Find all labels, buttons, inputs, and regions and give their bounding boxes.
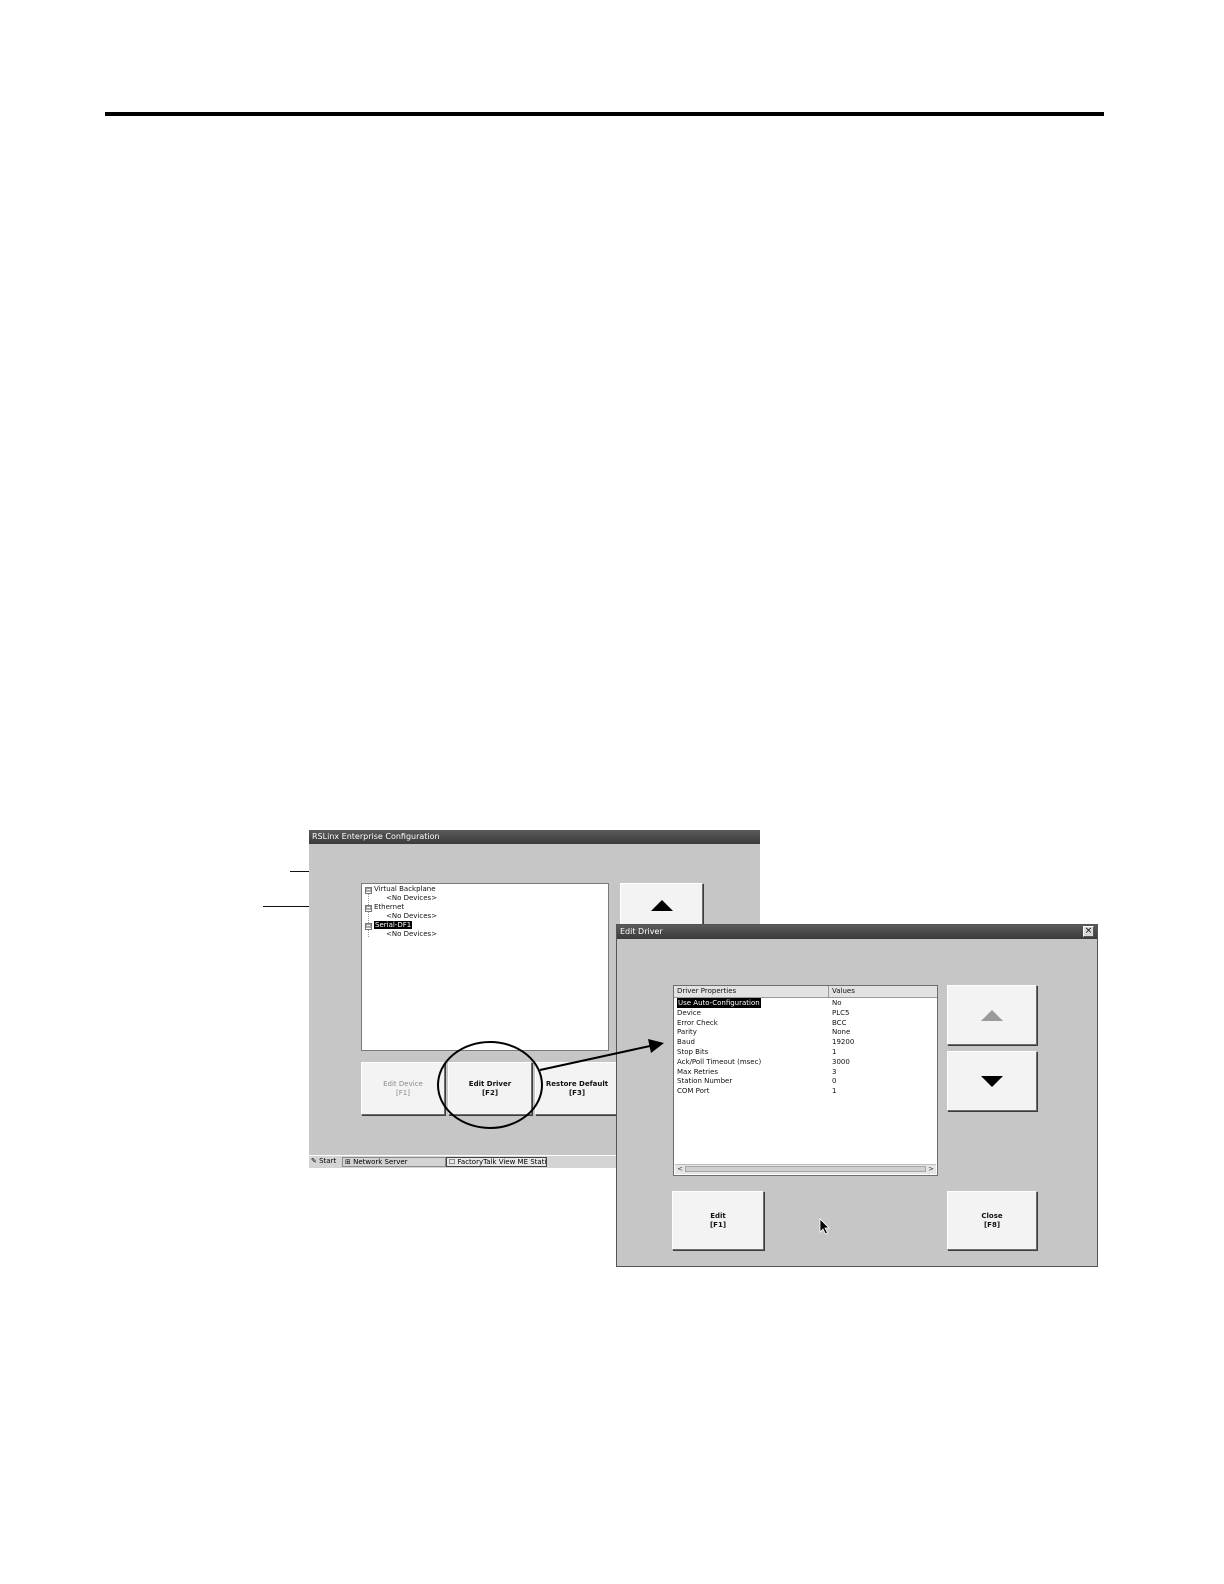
column-header-properties[interactable]: Driver Properties: [677, 987, 736, 996]
property-value: None: [832, 1028, 851, 1037]
edit-driver-button[interactable]: Edit Driver [F2]: [448, 1062, 532, 1115]
tree-item-ethernet[interactable]: Ethernet: [374, 903, 404, 912]
property-name: Baud: [677, 1038, 695, 1047]
table-row[interactable]: Max Retries 3: [674, 1067, 937, 1077]
table-row[interactable]: Baud 19200: [674, 1037, 937, 1047]
property-name: Device: [677, 1008, 701, 1017]
network-icon: ⊞: [345, 1158, 351, 1166]
scrollbar-thumb[interactable]: [685, 1166, 926, 1172]
edit-driver-window: Edit Driver × Driver Properties Values U…: [616, 924, 1098, 1267]
edit-device-button[interactable]: Edit Device [F1]: [361, 1062, 445, 1115]
property-value: 1: [832, 1048, 837, 1056]
tree-child-no-devices[interactable]: <No Devices>: [386, 930, 437, 939]
edit-driver-titlebar: Edit Driver: [617, 925, 1097, 939]
property-value: No: [832, 999, 842, 1007]
driver-properties-table[interactable]: Driver Properties Values Use Auto-Config…: [673, 985, 938, 1176]
property-name: Parity: [677, 1028, 697, 1037]
property-name: COM Port: [677, 1087, 710, 1096]
property-value: 3000: [832, 1057, 850, 1066]
property-value: 3: [832, 1067, 837, 1076]
tree-child-no-devices[interactable]: <No Devices>: [386, 894, 437, 903]
property-name: Max Retries: [677, 1067, 719, 1076]
property-name: Station Number: [677, 1077, 733, 1086]
up-arrow-icon: [650, 899, 673, 911]
property-name: Ack/Poll Timeout (msec): [677, 1057, 762, 1066]
start-button[interactable]: ✎ Start: [309, 1157, 341, 1167]
scroll-down-button[interactable]: [947, 1051, 1037, 1111]
property-value: BCC: [832, 1018, 847, 1027]
property-value: 0: [832, 1077, 837, 1086]
table-row[interactable]: Stop Bits 1: [674, 1047, 937, 1057]
tree-child-no-devices[interactable]: <No Devices>: [386, 912, 437, 921]
scroll-up-button[interactable]: [620, 883, 703, 927]
annotation-overlay: [437, 1039, 664, 1129]
close-icon[interactable]: ×: [1083, 926, 1094, 937]
table-row[interactable]: COM Port 1: [674, 1086, 937, 1096]
property-value: PLC5: [832, 1008, 850, 1017]
page-top-rule: [105, 112, 1104, 116]
property-name: Stop Bits: [677, 1048, 709, 1056]
property-name: Use Auto-Configuration: [677, 998, 761, 1008]
table-row[interactable]: Station Number 0: [674, 1076, 937, 1086]
device-tree[interactable]: ⊟ Virtual Backplane <No Devices> ⊟ Ether…: [361, 883, 609, 1051]
up-arrow-icon: [981, 1009, 1003, 1021]
restore-default-button[interactable]: Restore Default [F3]: [535, 1062, 619, 1115]
tree-item-serial-df1[interactable]: Serial-DF1: [374, 921, 413, 930]
table-row[interactable]: Use Auto-Configuration No: [674, 998, 937, 1008]
taskbar-network-server[interactable]: ⊞ Network Server: [342, 1157, 446, 1167]
table-row[interactable]: Error Check BCC: [674, 1018, 937, 1028]
table-row[interactable]: Ack/Poll Timeout (msec) 3000: [674, 1057, 937, 1067]
tree-item-virtual-backplane[interactable]: Virtual Backplane: [374, 885, 436, 894]
table-row[interactable]: Parity None: [674, 1027, 937, 1037]
table-header: Driver Properties Values: [674, 986, 937, 998]
mouse-pointer-icon: [819, 1218, 830, 1235]
edit-button[interactable]: Edit [F1]: [672, 1191, 764, 1250]
property-value: 19200: [832, 1038, 855, 1047]
horizontal-scrollbar[interactable]: < >: [675, 1164, 936, 1174]
property-value: 1: [832, 1087, 837, 1096]
taskbar-factorytalk-view[interactable]: ☐ FactoryTalk View ME Station: [446, 1157, 547, 1167]
scroll-up-button[interactable]: [947, 985, 1037, 1045]
down-arrow-icon: [981, 1075, 1003, 1087]
window-icon: ☐: [449, 1158, 456, 1166]
property-name: Error Check: [677, 1018, 718, 1027]
tree-expander-icon[interactable]: ⊟: [365, 905, 372, 912]
table-row[interactable]: Device PLC5: [674, 1008, 937, 1018]
column-header-values[interactable]: Values: [832, 987, 855, 996]
tree-expander-icon[interactable]: ⊟: [365, 923, 372, 930]
start-icon: ✎: [311, 1157, 317, 1165]
scroll-right-icon[interactable]: >: [927, 1165, 935, 1173]
close-button[interactable]: Close [F8]: [947, 1191, 1037, 1250]
tree-expander-icon[interactable]: ⊟: [365, 887, 372, 894]
rslinx-titlebar: RSLinx Enterprise Configuration: [309, 830, 760, 844]
scroll-left-icon[interactable]: <: [676, 1165, 684, 1173]
